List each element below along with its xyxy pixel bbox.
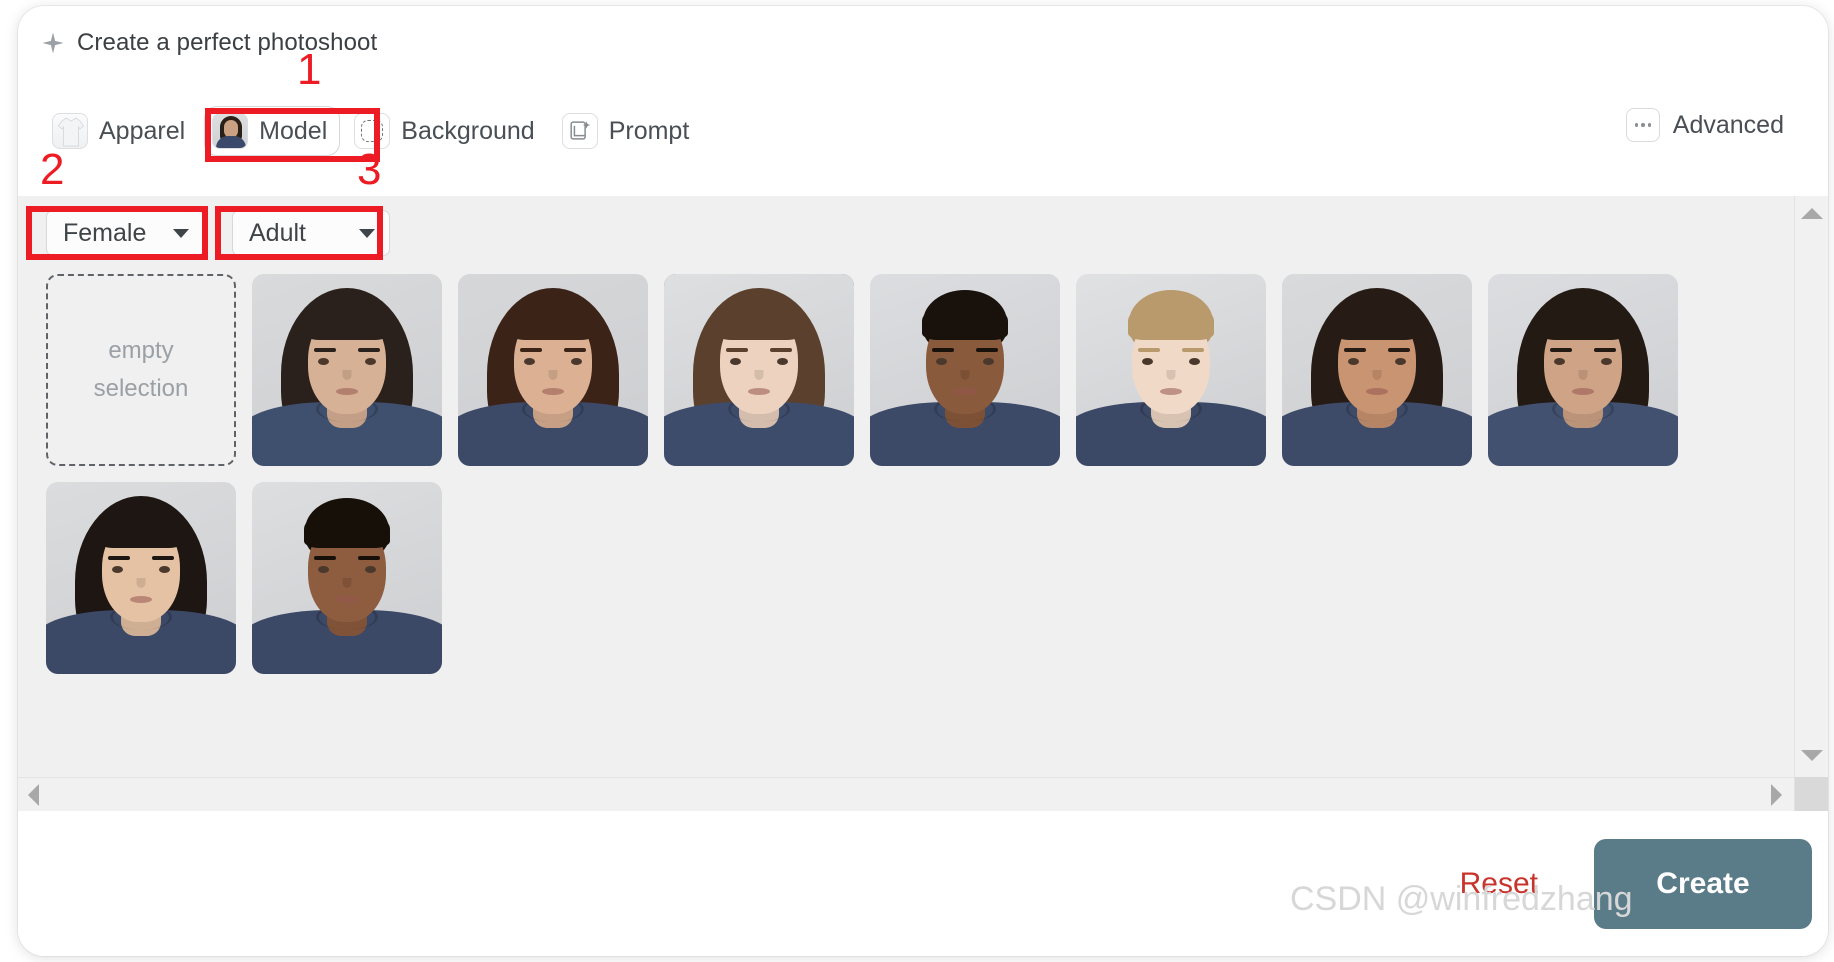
tab-prompt-label: Prompt — [608, 116, 690, 145]
model-thumbnail — [664, 274, 854, 466]
model-thumbnail — [870, 274, 1060, 466]
model-thumbnail — [46, 482, 236, 674]
tab-list: Apparel Model Background Prompt — [44, 106, 702, 156]
tab-background-label: Background — [401, 116, 535, 145]
gender-select-value: Female — [63, 218, 147, 247]
vertical-scrollbar[interactable] — [1794, 196, 1828, 811]
empty-selection-line1: empty — [108, 336, 174, 364]
panel-header: Create a perfect photoshoot — [18, 6, 1828, 80]
advanced-label: Advanced — [1672, 110, 1784, 139]
tab-apparel-label: Apparel — [99, 116, 186, 145]
age-select[interactable]: Adult — [232, 210, 390, 256]
gender-select[interactable]: Female — [46, 210, 204, 256]
model-card[interactable] — [870, 274, 1060, 466]
model-card[interactable] — [1076, 274, 1266, 466]
chevron-down-icon — [359, 228, 375, 238]
model-thumbnail — [252, 482, 442, 674]
model-card[interactable] — [252, 482, 442, 674]
tab-prompt[interactable]: Prompt — [554, 106, 703, 156]
model-gallery-panel: Female Adult empty selection — [18, 196, 1828, 811]
arrow-up-icon[interactable] — [1800, 208, 1823, 219]
prompt-icon — [561, 113, 598, 149]
arrow-right-icon[interactable] — [1771, 783, 1782, 806]
model-icon — [212, 113, 249, 149]
model-card[interactable] — [1488, 274, 1678, 466]
model-card[interactable] — [458, 274, 648, 466]
ellipsis-icon — [1625, 108, 1660, 142]
arrow-left-icon[interactable] — [28, 783, 39, 806]
page-title: Create a perfect photoshoot — [77, 29, 378, 56]
model-thumbnail — [1488, 274, 1678, 466]
model-thumbnail — [1282, 274, 1472, 466]
chevron-down-icon — [173, 228, 189, 238]
arrow-down-icon[interactable] — [1800, 750, 1823, 761]
tab-model[interactable]: Model — [204, 106, 341, 156]
age-select-value: Adult — [249, 218, 306, 247]
tab-model-label: Model — [259, 116, 328, 145]
create-button[interactable]: Create — [1594, 838, 1812, 929]
photoshoot-panel: Create a perfect photoshoot Apparel Mode… — [18, 6, 1828, 956]
tab-strip: Apparel Model Background Prompt Advanced — [18, 88, 1828, 196]
scrollbar-corner — [1795, 777, 1828, 811]
tab-background[interactable]: Background — [346, 106, 547, 156]
background-icon — [354, 113, 391, 149]
empty-selection-tile[interactable]: empty selection — [46, 274, 236, 466]
advanced-button[interactable]: Advanced — [1625, 108, 1784, 142]
model-grid: empty selection — [46, 274, 1768, 674]
model-thumbnail — [458, 274, 648, 466]
filter-row: Female Adult — [46, 210, 390, 256]
horizontal-scrollbar[interactable] — [18, 777, 1794, 811]
screenshot-root: Create a perfect photoshoot Apparel Mode… — [0, 0, 1834, 962]
apparel-icon — [52, 113, 88, 149]
model-card[interactable] — [46, 482, 236, 674]
tab-apparel[interactable]: Apparel — [44, 106, 198, 156]
model-thumbnail — [1076, 274, 1266, 466]
model-card[interactable] — [664, 274, 854, 466]
model-card[interactable] — [1282, 274, 1472, 466]
reset-button[interactable]: Reset — [1460, 867, 1538, 901]
model-thumbnail — [252, 274, 442, 466]
sparkle-icon — [42, 32, 64, 54]
model-card[interactable] — [252, 274, 442, 466]
panel-footer: Reset Create — [18, 811, 1828, 956]
empty-selection-line2: selection — [93, 375, 189, 402]
title-wrap: Create a perfect photoshoot — [18, 29, 377, 57]
